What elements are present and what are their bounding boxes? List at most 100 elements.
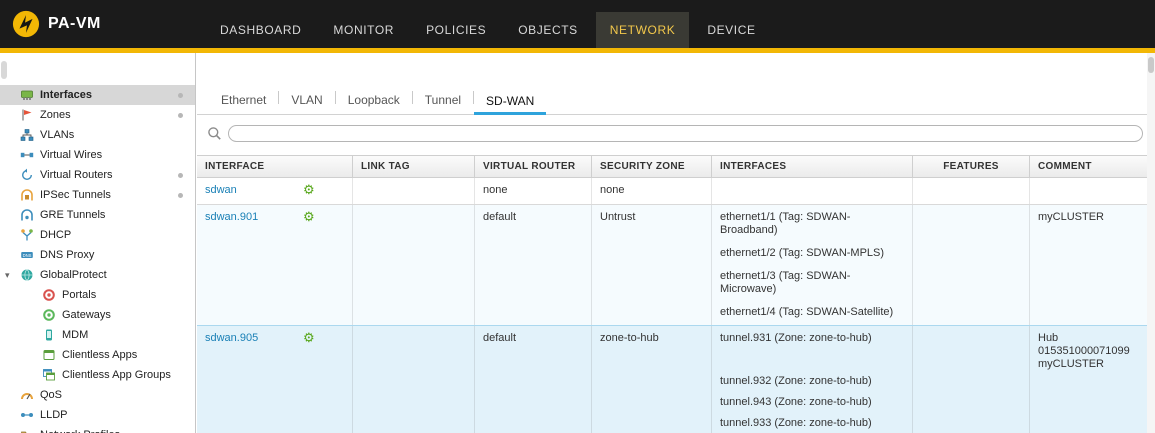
sidebar-item-vlans[interactable]: VLANs	[0, 125, 195, 145]
gear-icon[interactable]: ⚙︎	[303, 332, 315, 343]
nav-tab-policies[interactable]: POLICIES	[412, 12, 500, 48]
sidebar-scrollbar-thumb[interactable]	[1, 61, 7, 79]
cell-virtual-router: default	[475, 205, 592, 325]
interface-entry: tunnel.933 (Zone: zone-to-hub)	[720, 417, 904, 430]
sidebar-item-label: IPSec Tunnels	[40, 189, 111, 201]
sidebar-item-lldp[interactable]: LLDP	[0, 405, 195, 425]
column-header-link-tag[interactable]: LINK TAG	[353, 156, 475, 177]
vertical-scrollbar-thumb[interactable]	[1148, 57, 1154, 73]
app-title: PA-VM	[48, 15, 101, 33]
sidebar-item-label: Virtual Routers	[40, 169, 113, 181]
vlans-icon	[20, 128, 34, 142]
clientless-app-groups-icon	[42, 368, 56, 382]
sidebar: Interfaces Zones VLANs Virtual Wires Virtual…	[0, 53, 196, 433]
cell-interface: sdwan⚙︎	[197, 178, 353, 204]
subtab-tunnel[interactable]: Tunnel	[413, 88, 473, 114]
sidebar-item-label: DNS Proxy	[40, 249, 94, 261]
interface-entry: tunnel.943 (Zone: zone-to-hub)	[720, 396, 904, 409]
sdwan-interfaces-table: INTERFACELINK TAGVIRTUAL ROUTERSECURITY …	[197, 155, 1155, 433]
sidebar-item-mdm[interactable]: MDM	[0, 325, 195, 345]
cell-features	[913, 178, 1030, 204]
sidebar-item-dhcp[interactable]: DHCP	[0, 225, 195, 245]
cell-interface: sdwan.905⚙︎	[197, 326, 353, 433]
column-header-features[interactable]: FEATURES	[913, 156, 1030, 177]
sidebar-item-gateways[interactable]: Gateways	[0, 305, 195, 325]
column-header-virtual-router[interactable]: VIRTUAL ROUTER	[475, 156, 592, 177]
cell-virtual-router: none	[475, 178, 592, 204]
subtab-vlan[interactable]: VLAN	[279, 88, 334, 114]
sidebar-item-label: DHCP	[40, 229, 71, 241]
brand-flame-icon	[12, 10, 40, 38]
sidebar-item-qos[interactable]: QoS	[0, 385, 195, 405]
gear-icon[interactable]: ⚙︎	[303, 184, 315, 195]
clientless-apps-icon	[42, 348, 56, 362]
sidebar-item-label: VLANs	[40, 129, 74, 141]
sidebar-item-portals[interactable]: Portals	[0, 285, 195, 305]
status-dot	[178, 113, 183, 118]
interface-link[interactable]: sdwan.905	[205, 332, 303, 344]
nav-tab-device[interactable]: DEVICE	[693, 12, 769, 48]
main-content: EthernetVLANLoopbackTunnelSD-WAN INTERFA…	[197, 53, 1155, 433]
status-dot	[178, 193, 183, 198]
sidebar-item-clientless-apps[interactable]: Clientless Apps	[0, 345, 195, 365]
search-bar	[197, 115, 1155, 151]
sidebar-item-zones[interactable]: Zones	[0, 105, 195, 125]
interface-link[interactable]: sdwan	[205, 184, 303, 196]
nav-tab-monitor[interactable]: MONITOR	[319, 12, 408, 48]
subtab-loopback[interactable]: Loopback	[336, 88, 412, 114]
search-input[interactable]	[228, 125, 1143, 142]
interface-entry: ethernet1/1 (Tag: SDWAN-Broadband)	[720, 211, 904, 237]
vertical-scrollbar-track[interactable]	[1147, 53, 1155, 433]
sidebar-item-label: Network Profiles	[40, 429, 120, 433]
nav-tab-objects[interactable]: OBJECTS	[504, 12, 592, 48]
column-header-interfaces[interactable]: INTERFACES	[712, 156, 913, 177]
sidebar-item-network-profiles[interactable]: Network Profiles	[0, 425, 195, 433]
cell-security-zone: zone-to-hub	[592, 326, 712, 433]
sidebar-item-label: QoS	[40, 389, 62, 401]
column-header-security-zone[interactable]: SECURITY ZONE	[592, 156, 712, 177]
virtual-routers-icon	[20, 168, 34, 182]
dhcp-icon	[20, 228, 34, 242]
interface-entry: tunnel.931 (Zone: zone-to-hub)	[720, 332, 904, 345]
sidebar-item-clientless-app-groups[interactable]: Clientless App Groups	[0, 365, 195, 385]
gateways-icon	[42, 308, 56, 322]
sidebar-item-gre-tunnels[interactable]: GRE Tunnels	[0, 205, 195, 225]
sidebar-item-interfaces[interactable]: Interfaces	[0, 85, 195, 105]
qos-icon	[20, 388, 34, 402]
sidebar-item-label: Clientless App Groups	[62, 369, 171, 381]
cell-features	[913, 326, 1030, 433]
table-row: sdwan⚙︎nonenone	[197, 178, 1155, 205]
table-row: sdwan.905⚙︎defaultzone-to-hubtunnel.931 …	[197, 326, 1155, 433]
interface-entry: ethernet1/4 (Tag: SDWAN-Satellite)	[720, 306, 904, 319]
cell-link-tag	[353, 326, 475, 433]
status-dot	[178, 173, 183, 178]
table-body: sdwan⚙︎nonenonesdwan.901⚙︎defaultUntrust…	[197, 178, 1155, 433]
nav-tab-network[interactable]: NETWORK	[596, 12, 690, 48]
cell-interfaces	[712, 178, 913, 204]
gear-icon[interactable]: ⚙︎	[303, 211, 315, 222]
sidebar-item-virtual-routers[interactable]: Virtual Routers	[0, 165, 195, 185]
sidebar-tree: Interfaces Zones VLANs Virtual Wires Virtual…	[0, 85, 195, 433]
subtab-ethernet[interactable]: Ethernet	[209, 88, 278, 114]
chevron-down-icon[interactable]: ▾	[5, 270, 10, 281]
portals-icon	[42, 288, 56, 302]
interface-link[interactable]: sdwan.901	[205, 211, 303, 223]
nav-tab-dashboard[interactable]: DASHBOARD	[206, 12, 315, 48]
table-header-row: INTERFACELINK TAGVIRTUAL ROUTERSECURITY …	[197, 155, 1155, 178]
sidebar-item-globalprotect[interactable]: ▾GlobalProtect	[0, 265, 195, 285]
mdm-icon	[42, 328, 56, 342]
cell-link-tag	[353, 178, 475, 204]
ipsec-tunnels-icon	[20, 188, 34, 202]
sidebar-item-dns-proxy[interactable]: DNSDNS Proxy	[0, 245, 195, 265]
gre-tunnels-icon	[20, 208, 34, 222]
sidebar-item-label: Portals	[62, 289, 96, 301]
subtab-sd-wan[interactable]: SD-WAN	[474, 89, 546, 115]
sidebar-item-ipsec-tunnels[interactable]: IPSec Tunnels	[0, 185, 195, 205]
sidebar-item-label: Gateways	[62, 309, 111, 321]
cell-comment: myCLUSTER	[1030, 205, 1155, 325]
column-header-interface[interactable]: INTERFACE	[197, 156, 353, 177]
sidebar-item-label: Zones	[40, 109, 71, 121]
sidebar-item-virtual-wires[interactable]: Virtual Wires	[0, 145, 195, 165]
column-header-comment[interactable]: COMMENT	[1030, 156, 1155, 177]
interface-entry: tunnel.932 (Zone: zone-to-hub)	[720, 375, 904, 388]
